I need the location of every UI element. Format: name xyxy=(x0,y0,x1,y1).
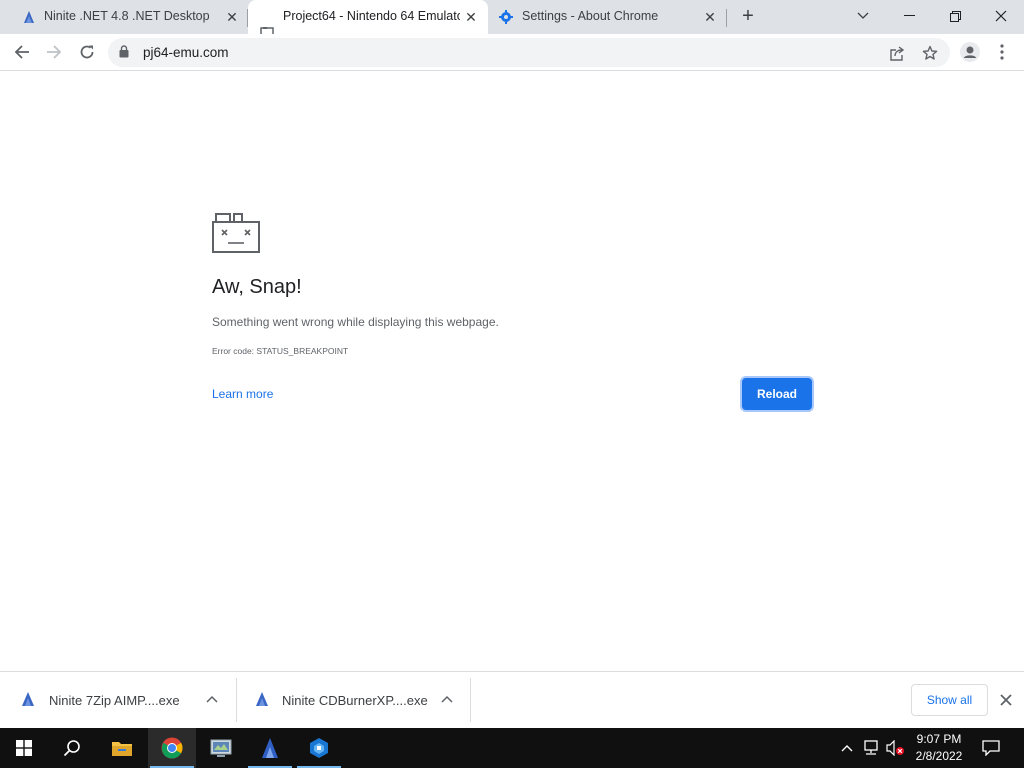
tab-project64[interactable]: Project64 - Nintendo 64 Emulator ✕ xyxy=(248,0,488,35)
lock-icon[interactable] xyxy=(119,45,129,58)
menu-kebab-icon[interactable] xyxy=(990,40,1014,64)
share-icon[interactable] xyxy=(888,44,906,62)
download-item[interactable]: Ninite CDBurnerXP....exe xyxy=(237,678,470,722)
search-icon[interactable] xyxy=(48,728,96,768)
minimize-icon[interactable] xyxy=(886,0,932,32)
windows-taskbar: 9:07 PM 2/8/2022 xyxy=(0,728,1024,768)
tab-title: Ninite .NET 4.8 .NET Desktop Runtime xyxy=(44,9,214,23)
learn-more-link[interactable]: Learn more xyxy=(212,387,273,401)
bookmark-star-icon[interactable] xyxy=(921,44,939,62)
reload-icon[interactable] xyxy=(75,40,99,64)
network-icon[interactable] xyxy=(860,728,882,768)
chrome-icon[interactable] xyxy=(148,728,196,768)
window-close-icon[interactable] xyxy=(978,0,1024,32)
notification-center-icon[interactable] xyxy=(980,728,1002,768)
tray-overflow-chevron-icon[interactable] xyxy=(838,728,856,768)
page-content: Aw, Snap! Something went wrong while dis… xyxy=(0,71,1024,671)
tab-settings[interactable]: Settings - About Chrome ✕ xyxy=(488,0,726,34)
sad-folder-icon xyxy=(212,213,260,253)
app-icon[interactable] xyxy=(295,728,343,768)
tab-strip: Ninite .NET 4.8 .NET Desktop Runtime ✕ P… xyxy=(0,0,1024,35)
error-message: Something went wrong while displaying th… xyxy=(212,315,499,329)
volume-muted-icon[interactable] xyxy=(884,728,906,768)
download-shelf: Ninite 7Zip AIMP....exe Ninite CDBurnerX… xyxy=(0,671,1024,728)
chevron-up-icon[interactable] xyxy=(205,692,219,706)
forward-arrow-icon[interactable] xyxy=(42,40,66,64)
new-tab-plus-icon[interactable]: + xyxy=(738,6,758,27)
tab-close-icon[interactable]: ✕ xyxy=(224,9,240,25)
tab-ninite[interactable]: Ninite .NET 4.8 .NET Desktop Runtime ✕ xyxy=(0,0,247,34)
tab-close-icon[interactable]: ✕ xyxy=(702,9,718,25)
download-item[interactable]: Ninite 7Zip AIMP....exe xyxy=(0,678,236,722)
start-icon[interactable] xyxy=(0,728,48,768)
show-all-button[interactable]: Show all xyxy=(911,684,988,716)
browser-toolbar: pj64-emu.com xyxy=(0,34,1024,71)
error-title: Aw, Snap! xyxy=(212,276,302,298)
tab-search-chevron-icon[interactable] xyxy=(840,0,886,32)
ninite-icon xyxy=(24,11,34,23)
back-arrow-icon[interactable] xyxy=(10,40,34,64)
chevron-up-icon[interactable] xyxy=(440,692,454,706)
download-filename: Ninite 7Zip AIMP....exe xyxy=(49,693,180,708)
system-clock[interactable]: 9:07 PM 2/8/2022 xyxy=(908,731,970,765)
address-bar[interactable]: pj64-emu.com xyxy=(108,38,950,67)
close-shelf-icon[interactable] xyxy=(998,692,1014,708)
settings-gear-icon xyxy=(499,10,513,24)
file-explorer-icon[interactable] xyxy=(98,728,146,768)
control-panel-icon[interactable] xyxy=(197,728,245,768)
download-filename: Ninite CDBurnerXP....exe xyxy=(282,693,428,708)
tab-title: Project64 - Nintendo 64 Emulator xyxy=(283,9,460,23)
clock-date: 2/8/2022 xyxy=(915,749,963,763)
tab-title: Settings - About Chrome xyxy=(522,9,659,23)
restore-icon[interactable] xyxy=(932,0,978,32)
error-code: Error code: STATUS_BREAKPOINT xyxy=(212,346,349,356)
tab-close-icon[interactable]: ✕ xyxy=(463,9,479,25)
tab-divider xyxy=(726,9,727,27)
ninite-icon xyxy=(256,692,268,706)
ninite-icon[interactable] xyxy=(246,728,294,768)
profile-avatar-icon[interactable] xyxy=(958,40,982,64)
clock-time: 9:07 PM xyxy=(916,732,962,746)
reload-button[interactable]: Reload xyxy=(742,378,812,410)
download-divider xyxy=(470,678,471,722)
url-text: pj64-emu.com xyxy=(143,45,229,60)
ninite-icon xyxy=(22,692,34,706)
